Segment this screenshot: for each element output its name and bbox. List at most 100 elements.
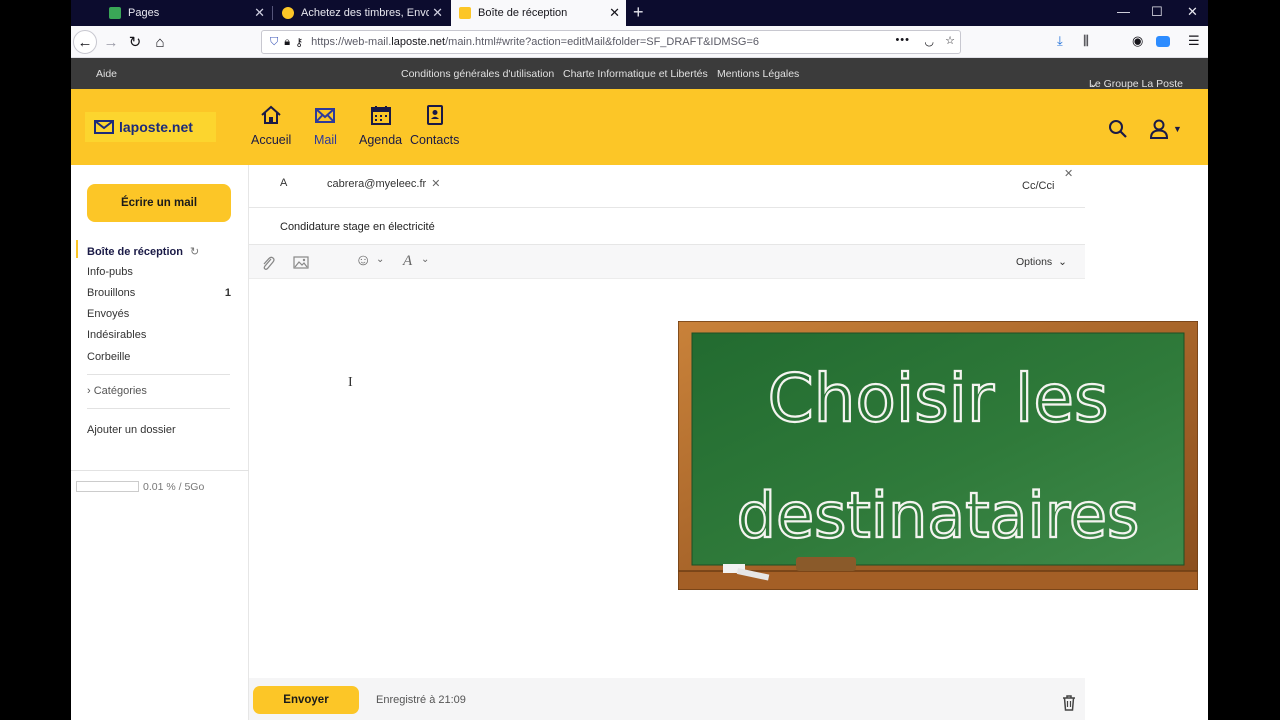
- close-icon[interactable]: ✕: [609, 6, 620, 19]
- cc-cci-toggle[interactable]: Cc/Cci: [1022, 180, 1054, 192]
- nav-label: Accueil: [251, 133, 292, 147]
- send-button[interactable]: Envoyer: [253, 686, 359, 714]
- home-icon[interactable]: ⌂: [148, 30, 172, 54]
- categories-toggle[interactable]: › Catégories: [87, 385, 147, 397]
- image-icon[interactable]: [293, 256, 309, 269]
- emoji-icon[interactable]: ☺: [355, 252, 371, 270]
- nav-label: Contacts: [410, 133, 460, 147]
- mail-icon: [315, 108, 336, 123]
- mentions-link[interactable]: Mentions Légales: [717, 68, 799, 80]
- reload-icon[interactable]: ↻: [123, 30, 147, 54]
- zoom-extension-icon[interactable]: [1156, 36, 1170, 47]
- charte-link[interactable]: Charte Informatique et Libertés: [563, 68, 708, 80]
- folder-label: Envoyés: [87, 308, 130, 320]
- nav-contacts[interactable]: Contacts: [410, 105, 459, 147]
- lock-icon: 🔒︎: [284, 35, 291, 48]
- to-label: A: [280, 177, 288, 189]
- folder-inbox[interactable]: Boîte de réception ↻: [87, 245, 199, 258]
- app-header: laposte.net Accueil Mail Agenda Contacts…: [71, 89, 1208, 165]
- folder-sent[interactable]: Envoyés: [87, 308, 129, 320]
- search-icon[interactable]: [1108, 119, 1128, 139]
- pages-favicon-icon: [109, 7, 121, 19]
- tab-timbres[interactable]: Achetez des timbres, Envoyez C ✕: [274, 0, 449, 26]
- tab-label: Achetez des timbres, Envoyez C: [301, 7, 429, 19]
- recipient-chip[interactable]: cabrera@myeleec.fr ✕: [327, 177, 440, 190]
- tab-label: Pages: [128, 7, 160, 19]
- trash-icon[interactable]: [1062, 695, 1076, 711]
- paperclip-icon[interactable]: [261, 255, 275, 271]
- remove-recipient-icon[interactable]: ✕: [431, 178, 440, 190]
- folder-label: Corbeille: [87, 351, 131, 363]
- chevron-right-icon: ›: [87, 385, 91, 397]
- back-icon[interactable]: ←: [73, 30, 97, 54]
- quota-text: 0.01 % / 5Go: [143, 481, 205, 493]
- close-icon[interactable]: ✕: [1064, 167, 1073, 180]
- add-folder-link[interactable]: Ajouter un dossier: [87, 424, 176, 436]
- compose-label: Écrire un mail: [120, 197, 198, 209]
- url-path: /main.html#write?action=editMail&folder=…: [445, 36, 760, 48]
- help-link[interactable]: Aide: [96, 68, 117, 80]
- nav-mail[interactable]: Mail: [314, 105, 337, 147]
- refresh-icon[interactable]: ↻: [190, 246, 199, 258]
- menu-icon[interactable]: ☰: [1188, 33, 1200, 49]
- caret-down-icon: ▼: [1173, 124, 1182, 134]
- more-icon[interactable]: •••: [895, 34, 910, 46]
- forward-icon[interactable]: →: [99, 30, 123, 54]
- folder-count: 1: [224, 287, 231, 299]
- sidebar-divider: [87, 408, 230, 409]
- tab-inbox[interactable]: Boîte de réception ✕: [451, 0, 626, 26]
- subject-input[interactable]: Condidature stage en électricité: [280, 221, 435, 233]
- library-icon[interactable]: ⫼: [1083, 33, 1089, 49]
- add-folder-label: Ajouter un dossier: [87, 424, 176, 436]
- mail-favicon-icon: [459, 7, 471, 19]
- overlay-title-line2: destinataires: [737, 479, 1140, 552]
- contacts-icon: [426, 105, 443, 125]
- account-icon[interactable]: ◉: [1132, 33, 1143, 49]
- quota-bar: [76, 481, 139, 492]
- pocket-icon[interactable]: ◡: [924, 35, 934, 48]
- cgu-link[interactable]: Conditions générales d'utilisation: [401, 68, 554, 80]
- nav-agenda[interactable]: Agenda: [359, 105, 402, 147]
- minimize-icon[interactable]: —: [1117, 4, 1130, 19]
- folder-trash[interactable]: Corbeille: [87, 351, 130, 363]
- window-close-icon[interactable]: ✕: [1187, 4, 1198, 20]
- bookmark-star-icon[interactable]: ☆: [945, 34, 955, 47]
- account-menu[interactable]: ▼: [1149, 118, 1182, 140]
- url-bar[interactable]: ⛉ 🔒︎ ⚷ https://web-mail. laposte.net/main…: [261, 30, 961, 54]
- subject-row[interactable]: Condidature stage en électricité: [249, 208, 1085, 245]
- options-label: Options: [1016, 256, 1053, 268]
- new-tab-icon[interactable]: +: [633, 3, 644, 21]
- nav-label: Mail: [314, 133, 337, 147]
- folder-spam[interactable]: Indésirables: [87, 329, 146, 341]
- tab-label: Boîte de réception: [478, 7, 568, 19]
- download-icon[interactable]: ⤓: [1057, 33, 1063, 49]
- compose-button[interactable]: Écrire un mail: [87, 184, 231, 222]
- chevron-down-icon[interactable]: ⌄: [376, 254, 384, 265]
- shield-icon: ⛉: [270, 35, 279, 48]
- categories-label: Catégories: [93, 385, 147, 397]
- url-prefix: https://web-mail.: [311, 36, 392, 48]
- send-label: Envoyer: [283, 694, 329, 706]
- compose-footer: Envoyer Enregistré à 21:09: [249, 678, 1085, 720]
- logo-text: laposte.net: [119, 119, 193, 135]
- folder-label: Indésirables: [87, 329, 147, 341]
- close-icon[interactable]: ✕: [254, 6, 265, 19]
- laposte-logo[interactable]: laposte.net: [85, 112, 216, 142]
- nav-accueil[interactable]: Accueil: [251, 105, 291, 147]
- active-indicator: [76, 240, 78, 258]
- folder-drafts[interactable]: Brouillons 1: [87, 287, 231, 299]
- recipients-row[interactable]: A cabrera@myeleec.fr ✕ Cc/Cci ✕: [249, 165, 1085, 208]
- editor-toolbar: ☺ ⌄ A ⌄ Options ⌄: [249, 245, 1085, 279]
- folder-infopubs[interactable]: Info-pubs: [87, 266, 133, 278]
- overlay-title-line1: Choisir les: [768, 360, 1109, 437]
- text-format-icon[interactable]: A: [403, 253, 412, 270]
- maximize-icon[interactable]: ☐: [1151, 4, 1163, 20]
- tab-pages[interactable]: Pages ✕: [101, 0, 271, 26]
- browser-window: Pages ✕ Achetez des timbres, Envoyez C ✕…: [71, 0, 1208, 720]
- nav-bar: ← → ↻ ⌂ ⛉ 🔒︎ ⚷ https://web-mail. laposte.…: [71, 26, 1208, 58]
- chevron-down-icon[interactable]: ⌄: [421, 254, 429, 265]
- chevron-down-icon: ⌄: [1058, 256, 1067, 268]
- close-icon[interactable]: ✕: [432, 6, 443, 19]
- key-icon: ⚷: [295, 36, 304, 49]
- options-menu[interactable]: Options ⌄: [1016, 256, 1067, 268]
